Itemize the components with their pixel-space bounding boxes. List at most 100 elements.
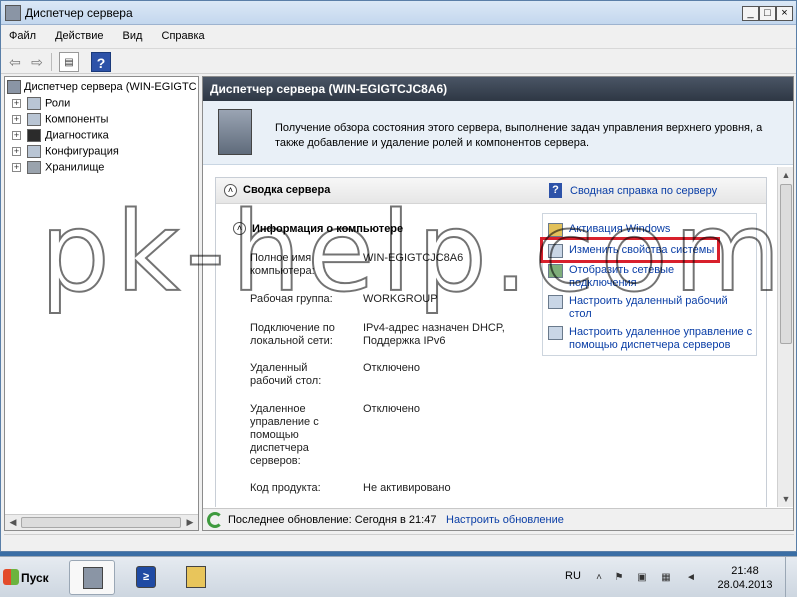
collapse-icon[interactable]: ˄ bbox=[224, 184, 237, 197]
details-vertical-scrollbar[interactable]: ▲ ▼ bbox=[777, 167, 793, 507]
toolbar: ⇦ ⇨ ▤ ? bbox=[1, 48, 796, 74]
configure-refresh-link[interactable]: Настроить обновление bbox=[446, 514, 564, 526]
server-summary-header[interactable]: ˄ Сводка сервера ? Сводная справка по се… bbox=[216, 178, 766, 204]
minimize-button[interactable]: _ bbox=[742, 6, 759, 21]
tree-root-label: Диспетчер сервера (WIN-EGIGTC bbox=[24, 80, 197, 93]
tree-item-label: Роли bbox=[45, 97, 71, 110]
start-button[interactable]: Пуск bbox=[1, 567, 57, 589]
expand-icon[interactable]: + bbox=[12, 163, 21, 172]
network-icon bbox=[548, 264, 563, 278]
tree-root-server-manager[interactable]: Диспетчер сервера (WIN-EGIGTC bbox=[7, 80, 197, 96]
expand-icon[interactable]: + bbox=[12, 147, 21, 156]
scroll-right-icon[interactable]: ▶ bbox=[183, 516, 197, 529]
server-icon bbox=[218, 109, 252, 155]
maximize-button[interactable]: □ bbox=[759, 6, 776, 21]
expand-icon[interactable]: + bbox=[12, 115, 21, 124]
tree-item-diagnostics[interactable]: + Диагностика bbox=[12, 129, 109, 145]
help-icon[interactable]: ? bbox=[91, 52, 111, 72]
server-summary-section: ˄ Сводка сервера ? Сводная справка по се… bbox=[215, 177, 767, 507]
task-activate-windows[interactable]: Активация Windows bbox=[548, 223, 756, 237]
toolbar-separator bbox=[51, 53, 52, 71]
tree-item-storage[interactable]: + Хранилище bbox=[12, 161, 104, 177]
highlight-box bbox=[540, 237, 720, 263]
taskbar-explorer[interactable] bbox=[173, 560, 219, 595]
scroll-left-icon[interactable]: ◀ bbox=[6, 516, 20, 529]
expand-icon[interactable]: + bbox=[12, 131, 21, 140]
task-remote-management[interactable]: Настроить удаленное управление с помощью… bbox=[548, 326, 756, 354]
task-label[interactable]: Настроить удаленное управление с помощью… bbox=[569, 326, 754, 352]
info-value: Не активировано bbox=[363, 482, 451, 494]
info-value: WIN-EGIGTCJC8A6 bbox=[363, 252, 464, 264]
info-label: Код продукта: bbox=[250, 482, 321, 494]
info-value: IPv4-адрес назначен DHCP, Поддержка IPv6 bbox=[363, 322, 505, 347]
remote-management-icon bbox=[548, 326, 563, 340]
tree-item-configuration[interactable]: + Конфигурация bbox=[12, 145, 119, 161]
action-center-flag-icon[interactable]: ⚑ bbox=[613, 572, 625, 584]
task-label[interactable]: Отобразить сетевые подключения bbox=[569, 264, 714, 290]
powershell-icon: ≥ bbox=[136, 566, 156, 588]
show-tree-icon[interactable]: ▤ bbox=[59, 52, 79, 72]
taskbar-server-manager[interactable] bbox=[69, 560, 115, 595]
key-icon bbox=[548, 223, 563, 237]
tasks-panel: Активация Windows Изменить свойства сист… bbox=[542, 213, 757, 356]
console-tree: Диспетчер сервера (WIN-EGIGTC + Роли + Ком… bbox=[4, 76, 199, 531]
folder-icon bbox=[186, 566, 206, 588]
server-summary-title: Сводка сервера bbox=[243, 184, 331, 196]
menu-view[interactable]: Вид bbox=[115, 27, 151, 42]
show-hidden-icons-icon[interactable]: ˄ bbox=[593, 572, 605, 584]
scroll-up-icon[interactable]: ▲ bbox=[779, 168, 793, 182]
close-button[interactable]: × bbox=[776, 6, 793, 21]
scroll-thumb[interactable] bbox=[21, 517, 181, 528]
info-value: Отключено bbox=[363, 403, 420, 415]
expand-icon[interactable]: + bbox=[12, 99, 21, 108]
tree-item-label: Компоненты bbox=[45, 113, 109, 126]
windows-logo-icon bbox=[3, 569, 19, 585]
server-manager-icon bbox=[83, 567, 103, 589]
task-remote-desktop[interactable]: Настроить удаленный рабочий стол bbox=[548, 295, 756, 323]
info-label: Рабочая группа: bbox=[250, 293, 333, 305]
refresh-status-bar: Последнее обновление: Сегодня в 21:47 На… bbox=[203, 508, 793, 530]
taskbar-powershell[interactable]: ≥ bbox=[123, 560, 169, 595]
back-arrow-icon[interactable]: ⇦ bbox=[5, 52, 25, 72]
tree-item-label: Конфигурация bbox=[45, 145, 119, 158]
task-label[interactable]: Активация Windows bbox=[569, 223, 670, 236]
clock-date: 28.04.2013 bbox=[717, 579, 773, 591]
clock[interactable]: 21:48 28.04.2013 bbox=[710, 564, 780, 592]
forward-arrow-icon[interactable]: ⇨ bbox=[27, 52, 47, 72]
title-bar[interactable]: Диспетчер сервера _ □ × bbox=[1, 1, 796, 25]
info-value: Отключено bbox=[363, 362, 420, 374]
taskbar: Пуск ≥ RU ˄ ⚑ ▣ ▦ ◄ 21:48 28.04.2013 bbox=[0, 556, 797, 597]
last-update-text: Последнее обновление: Сегодня в 21:47 bbox=[228, 514, 437, 526]
network-icon[interactable]: ▦ bbox=[660, 572, 672, 584]
features-icon bbox=[27, 113, 41, 126]
tree-item-roles[interactable]: + Роли bbox=[12, 97, 70, 113]
device-icon[interactable]: ▣ bbox=[636, 572, 648, 584]
roles-icon bbox=[27, 97, 41, 110]
task-label[interactable]: Настроить удаленный рабочий стол bbox=[569, 295, 739, 321]
tree-item-label: Хранилище bbox=[45, 161, 105, 174]
remote-desktop-icon bbox=[548, 295, 563, 309]
tree-horizontal-scrollbar[interactable]: ◀ ▶ bbox=[5, 514, 198, 530]
scroll-thumb[interactable] bbox=[780, 184, 792, 344]
language-indicator[interactable]: RU bbox=[565, 570, 581, 582]
info-value: WORKGROUP bbox=[363, 293, 438, 305]
info-label: Полное имя компьютера: bbox=[250, 252, 315, 277]
details-header: Диспетчер сервера (WIN-EGIGTCJC8A6) bbox=[203, 77, 793, 101]
menu-action[interactable]: Действие bbox=[47, 27, 111, 42]
collapse-icon[interactable]: ˄ bbox=[233, 222, 246, 235]
volume-muted-icon[interactable]: ◄ bbox=[685, 572, 697, 584]
menu-help[interactable]: Справка bbox=[154, 27, 213, 42]
server-manager-window: Диспетчер сервера _ □ × Файл Действие Ви… bbox=[0, 0, 797, 552]
show-desktop-button[interactable] bbox=[785, 557, 797, 597]
server-summary-help-link[interactable]: Сводная справка по серверу bbox=[570, 185, 717, 197]
task-network-connections[interactable]: Отобразить сетевые подключения bbox=[548, 264, 756, 292]
tree-item-features[interactable]: + Компоненты bbox=[12, 113, 108, 129]
info-label: Удаленное управление с помощью диспетчер… bbox=[250, 403, 319, 467]
computer-info-title: Информация о компьютере bbox=[252, 223, 404, 235]
refresh-icon[interactable] bbox=[207, 512, 223, 528]
storage-icon bbox=[27, 161, 41, 174]
scroll-down-icon[interactable]: ▼ bbox=[779, 492, 793, 506]
info-label: Подключение по локальной сети: bbox=[250, 322, 335, 347]
tree-item-label: Диагностика bbox=[45, 129, 109, 142]
menu-file[interactable]: Файл bbox=[1, 27, 44, 42]
